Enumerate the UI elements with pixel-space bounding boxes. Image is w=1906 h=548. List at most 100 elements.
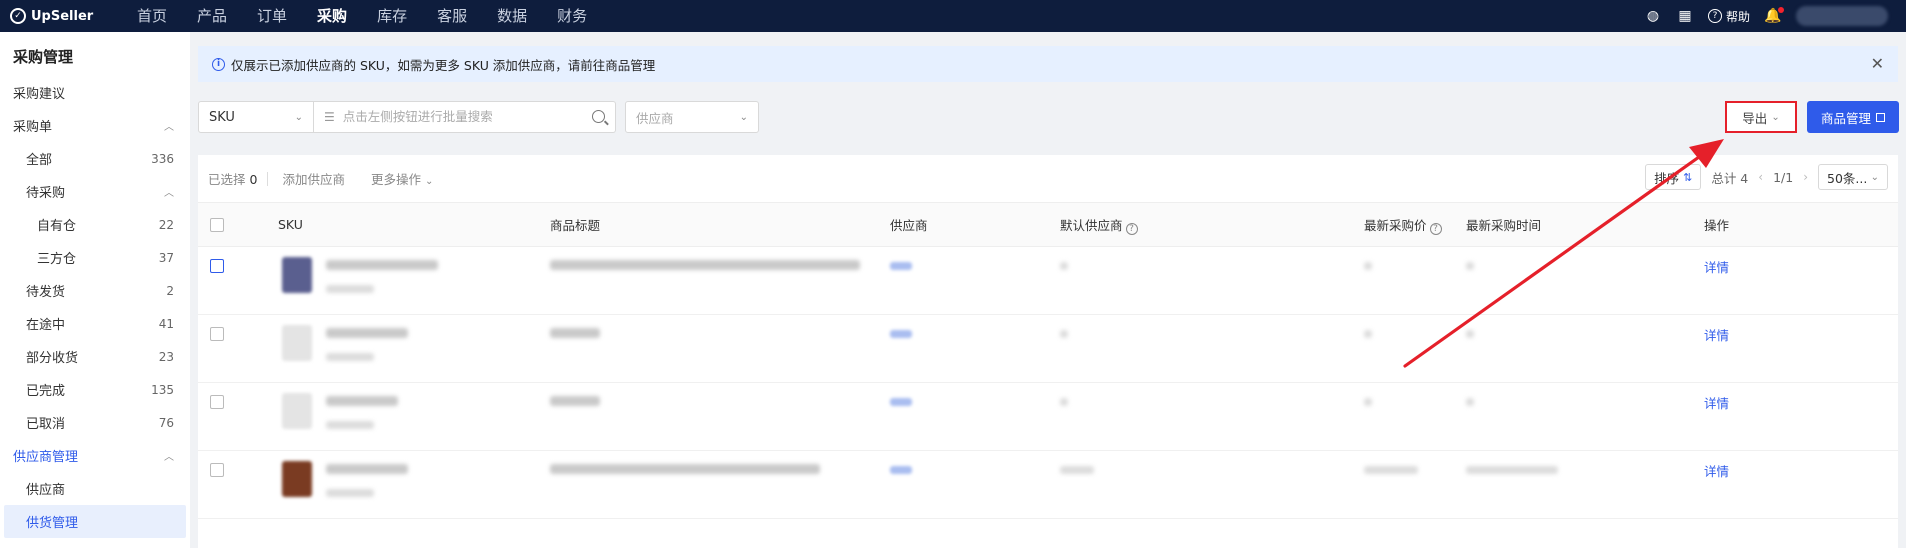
latest-time-blurred	[1466, 466, 1558, 474]
row-checkbox[interactable]	[210, 259, 224, 273]
user-account-menu[interactable]	[1796, 6, 1888, 26]
chevron-up-icon[interactable]: ︿	[164, 184, 174, 199]
default-supplier-blurred	[1060, 330, 1068, 338]
table-header: SKU 商品标题 供应商 默认供应商? 最新采购价? 最新采购时间 操作	[198, 203, 1898, 247]
info-notice: i 仅展示已添加供应商的 SKU，如需为更多 SKU 添加供应商，请前往商品管理…	[198, 46, 1898, 82]
apps-grid-icon[interactable]: ▦	[1676, 7, 1694, 25]
latest-time-blurred	[1466, 262, 1474, 270]
row-checkbox[interactable]	[210, 463, 224, 477]
detail-link[interactable]: 详情	[1704, 257, 1729, 276]
sidebar-item[interactable]: 已完成 135	[0, 373, 190, 406]
table-row: 详情	[198, 247, 1898, 315]
sidebar-item[interactable]: 部分收货 23	[0, 340, 190, 373]
sort-button[interactable]: 排序 ⇅	[1645, 164, 1702, 190]
more-actions-button[interactable]: 更多操作 ⌄	[371, 169, 433, 188]
sidebar-item[interactable]: 采购建议	[0, 76, 190, 109]
sidebar-item-label: 三方仓	[37, 252, 77, 267]
chevron-down-icon: ⌄	[1771, 111, 1780, 123]
supplier-blurred[interactable]	[890, 262, 912, 270]
logo-icon: ✓	[10, 8, 26, 24]
pagination: 排序 ⇅ 总计 4 ‹ 1/1 › 50条... ⌄	[1645, 164, 1888, 190]
brand-logo[interactable]: ✓ UpSeller	[0, 8, 110, 24]
supplier-blurred[interactable]	[890, 398, 912, 406]
sidebar: 采购管理 采购建议 采购单 ︿ 全部 336 待采购 ︿ 自有仓 22 三方仓 37 待发货 2 在途中 4…	[0, 32, 190, 548]
sidebar-item[interactable]: 在途中 41	[0, 307, 190, 340]
selected-count-label: 已选择 0	[208, 172, 258, 187]
supplier-select[interactable]: 供应商 ⌄	[625, 101, 759, 133]
search-icon[interactable]	[592, 110, 605, 123]
col-title: 商品标题	[550, 218, 601, 233]
search-field[interactable]: ☰	[314, 101, 616, 133]
search-type-value: SKU	[209, 109, 235, 125]
detail-link[interactable]: 详情	[1704, 325, 1729, 344]
sidebar-item[interactable]: 供货管理	[4, 505, 186, 538]
row-checkbox[interactable]	[210, 327, 224, 341]
supplier-blurred[interactable]	[890, 330, 912, 338]
sidebar-item[interactable]: 三方仓 37	[0, 241, 190, 274]
nav-orders[interactable]: 订单	[242, 0, 302, 32]
batch-list-icon[interactable]: ☰	[324, 110, 335, 124]
nav-data[interactable]: 数据	[482, 0, 542, 32]
nav-customer-service[interactable]: 客服	[422, 0, 482, 32]
bell-icon[interactable]: 🔔	[1764, 7, 1784, 25]
page-size-select[interactable]: 50条... ⌄	[1818, 164, 1888, 190]
product-management-button[interactable]: 商品管理	[1807, 101, 1899, 133]
nav-products[interactable]: 产品	[182, 0, 242, 32]
add-supplier-button[interactable]: 添加供应商	[282, 169, 345, 188]
row-checkbox[interactable]	[210, 395, 224, 409]
export-label: 导出	[1742, 110, 1768, 126]
help-icon[interactable]: ?	[1125, 222, 1138, 235]
total-count: 总计 4	[1711, 170, 1749, 186]
sku-sub-blurred	[326, 421, 374, 429]
top-nav-bar: ✓ UpSeller 首页 产品 订单 采购 库存 客服 数据 财务 ◍ ▦ ?…	[0, 0, 1906, 32]
help-link[interactable]: ? 帮助	[1707, 8, 1750, 25]
chevron-up-icon[interactable]: ︿	[164, 448, 174, 463]
batch-action-bar: 已选择 0 添加供应商 更多操作 ⌄ 排序 ⇅ 总计 4 ‹ 1/1 › 50条.…	[198, 155, 1898, 203]
prev-page-icon[interactable]: ‹	[1758, 170, 1763, 184]
supply-table-card: 已选择 0 添加供应商 更多操作 ⌄ 排序 ⇅ 总计 4 ‹ 1/1 › 50条.…	[198, 155, 1898, 548]
title-blurred	[550, 464, 820, 474]
detail-link[interactable]: 详情	[1704, 461, 1729, 480]
chevron-up-icon[interactable]: ︿	[164, 118, 174, 133]
sidebar-item-count: 37	[158, 250, 174, 265]
sidebar-item[interactable]: 待采购 ︿	[0, 175, 190, 208]
sidebar-item[interactable]: 采购单 ︿	[0, 109, 190, 142]
supplier-blurred[interactable]	[890, 466, 912, 474]
search-input[interactable]	[342, 110, 583, 124]
detail-link[interactable]: 详情	[1704, 393, 1729, 412]
globe-icon[interactable]: ◍	[1644, 7, 1662, 25]
select-all-checkbox[interactable]	[210, 217, 224, 232]
sort-icon: ⇅	[1683, 170, 1693, 184]
latest-price-blurred	[1364, 262, 1372, 270]
latest-price-blurred	[1364, 330, 1372, 338]
nav-finance[interactable]: 财务	[542, 0, 602, 32]
sidebar-item[interactable]: 待发货 2	[0, 274, 190, 307]
close-icon[interactable]: ✕	[1871, 54, 1884, 73]
sidebar-item[interactable]: 供应商	[0, 472, 190, 505]
product-management-label: 商品管理	[1820, 110, 1871, 126]
sidebar-item-label: 待发货	[26, 285, 66, 300]
sidebar-item[interactable]: 已取消 76	[0, 406, 190, 439]
nav-purchase[interactable]: 采购	[302, 0, 362, 32]
search-type-select[interactable]: SKU ⌄	[198, 101, 314, 133]
title-blurred	[550, 328, 600, 338]
latest-time-blurred	[1466, 330, 1474, 338]
default-supplier-blurred	[1060, 262, 1068, 270]
sidebar-item[interactable]: 自有仓 22	[0, 208, 190, 241]
latest-price-blurred	[1364, 466, 1418, 474]
nav-home[interactable]: 首页	[122, 0, 182, 32]
next-page-icon[interactable]: ›	[1803, 170, 1808, 184]
brand-name: UpSeller	[31, 8, 94, 24]
sidebar-item-label: 采购建议	[13, 87, 66, 102]
help-icon[interactable]: ?	[1429, 222, 1442, 235]
sku-value-blurred	[326, 260, 438, 270]
nav-inventory[interactable]: 库存	[362, 0, 422, 32]
sidebar-item[interactable]: 供应商管理 ︿	[0, 439, 190, 472]
col-latest-price: 最新采购价?	[1364, 215, 1442, 235]
notice-text: 仅展示已添加供应商的 SKU，如需为更多 SKU 添加供应商，请前往商品管理	[231, 57, 656, 73]
latest-time-blurred	[1466, 398, 1474, 406]
sku-value-blurred	[326, 464, 408, 474]
chevron-down-icon: ⌄	[294, 111, 303, 123]
sidebar-item[interactable]: 全部 336	[0, 142, 190, 175]
export-button[interactable]: 导出 ⌄	[1725, 101, 1797, 133]
